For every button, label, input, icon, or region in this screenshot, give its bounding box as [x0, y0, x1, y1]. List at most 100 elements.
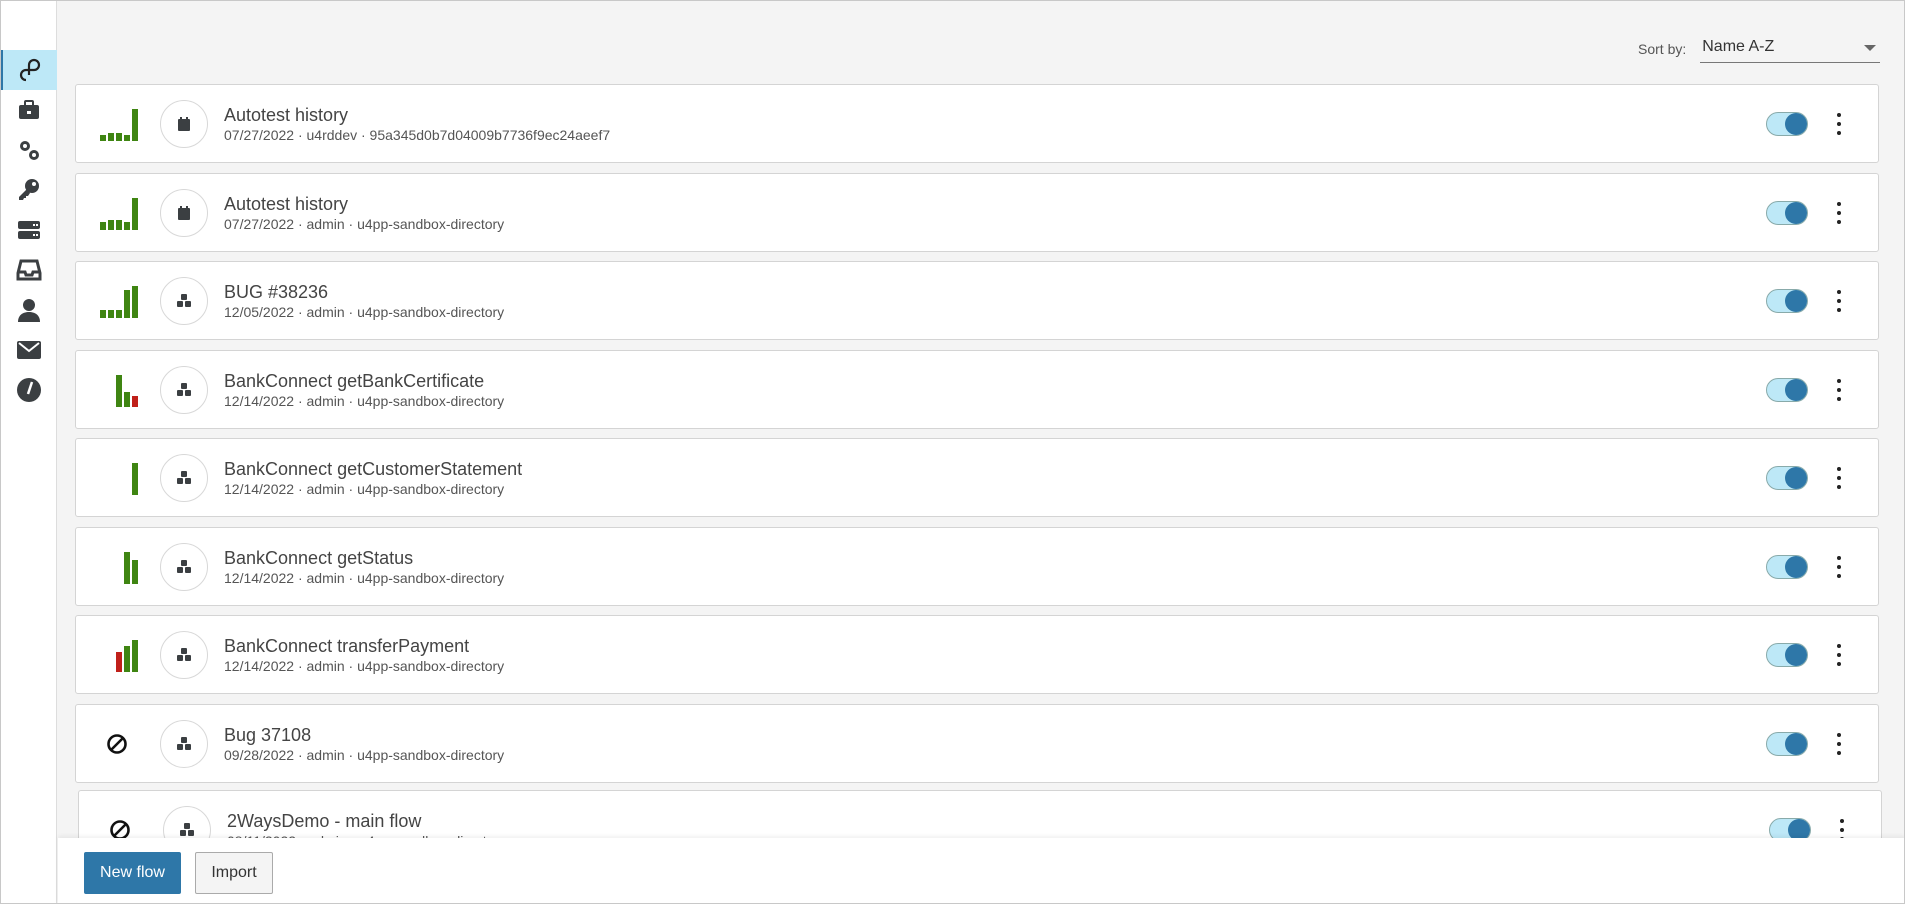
- flow-meta: 12/14/2022 · admin · u4pp-sandbox-direct…: [224, 569, 505, 586]
- sidebar-item-mail[interactable]: [0, 330, 57, 370]
- flow-enabled-toggle[interactable]: [1766, 643, 1808, 667]
- success-run-bar: [124, 290, 130, 318]
- cubes-icon: [175, 735, 193, 753]
- run-history-chart: [96, 550, 138, 584]
- cubes-icon: [175, 469, 193, 487]
- sort-select[interactable]: Name A-Z: [1700, 38, 1881, 63]
- success-run-bar: [116, 219, 122, 230]
- more-options-icon[interactable]: [1836, 201, 1842, 224]
- run-history-chart: [96, 196, 138, 230]
- import-button[interactable]: Import: [195, 852, 273, 894]
- success-run-bar: [132, 640, 138, 672]
- success-run-bar: [132, 463, 138, 495]
- sidebar: [0, 0, 57, 904]
- flow-card[interactable]: Autotest history 07/27/2022 · admin · u4p…: [75, 172, 1879, 252]
- flow-enabled-toggle[interactable]: [1766, 554, 1808, 579]
- flow-card[interactable]: BankConnect getCustomerStatement 12/14/20…: [75, 438, 1879, 517]
- flow-card[interactable]: Bug 37108 09/28/2022 · admin · u4pp-sandb…: [75, 703, 1879, 783]
- more-options-icon[interactable]: [1836, 732, 1842, 755]
- more-options-icon[interactable]: [1836, 290, 1842, 312]
- flow-title[interactable]: BankConnect transferPayment: [224, 636, 469, 657]
- flow-card[interactable]: BankConnect getBankCertificate 12/14/2022…: [75, 349, 1879, 429]
- success-run-bar: [124, 135, 130, 141]
- sidebar-item-users[interactable]: [0, 290, 57, 330]
- flow-type-badge: [160, 719, 208, 768]
- run-history-chart: [96, 638, 138, 672]
- sidebar-item-keys[interactable]: [0, 170, 57, 210]
- key-icon: [16, 177, 42, 203]
- run-history-chart: [96, 373, 138, 407]
- more-options-icon[interactable]: [1836, 644, 1842, 666]
- toggle-knob: [1785, 644, 1807, 666]
- flow-enabled-toggle[interactable]: [1766, 377, 1808, 402]
- flow-title[interactable]: Autotest history: [224, 105, 348, 126]
- caret-down-icon: [1864, 45, 1877, 51]
- flow-enabled-toggle[interactable]: [1766, 731, 1808, 756]
- sort-control: Sort by: Name A-Z: [1638, 38, 1881, 63]
- success-run-bar: [132, 559, 138, 584]
- success-run-bar: [108, 219, 114, 230]
- flow-type-badge: [160, 365, 208, 414]
- success-run-bar: [124, 391, 130, 407]
- flow-title[interactable]: BUG #38236: [224, 282, 328, 303]
- more-options-icon[interactable]: [1836, 113, 1842, 135]
- success-run-bar: [116, 133, 122, 141]
- run-history-chart: [96, 107, 138, 141]
- flow-title[interactable]: 2WaysDemo - main flow: [227, 811, 421, 832]
- more-options-icon[interactable]: [1836, 467, 1842, 489]
- flow-card[interactable]: BankConnect getStatus 12/14/2022 · admin …: [75, 526, 1879, 606]
- calendar-icon: [175, 115, 193, 133]
- flow-enabled-toggle[interactable]: [1766, 112, 1808, 136]
- sidebar-item-servers[interactable]: [0, 210, 57, 250]
- toggle-knob: [1785, 201, 1807, 224]
- flow-meta: 12/05/2022 · admin · u4pp-sandbox-direct…: [224, 304, 505, 320]
- sidebar-item-settings[interactable]: [0, 130, 57, 170]
- flow-card[interactable]: BUG #38236 12/05/2022 · admin · u4pp-sand…: [75, 261, 1879, 340]
- briefcase-icon: [16, 97, 42, 123]
- flow-title[interactable]: BankConnect getStatus: [224, 548, 413, 569]
- run-history-chart: [96, 284, 138, 318]
- toggle-knob: [1785, 467, 1807, 489]
- toggle-knob: [1785, 378, 1807, 401]
- flow-enabled-toggle[interactable]: [1766, 200, 1808, 225]
- success-run-bar: [124, 551, 130, 584]
- success-run-bar: [124, 221, 130, 230]
- sidebar-item-inbox[interactable]: [0, 250, 57, 290]
- flow-meta: 12/14/2022 · admin · u4pp-sandbox-direct…: [224, 392, 505, 409]
- flow-title[interactable]: BankConnect getCustomerStatement: [224, 459, 522, 480]
- toggle-knob: [1785, 555, 1807, 578]
- more-options-icon[interactable]: [1836, 378, 1842, 401]
- toggle-knob: [1785, 290, 1807, 312]
- success-run-bar: [124, 646, 130, 672]
- flow-meta: 07/27/2022 · admin · u4pp-sandbox-direct…: [224, 215, 505, 232]
- flow-type-badge: [160, 631, 208, 679]
- new-flow-button[interactable]: New flow: [84, 852, 181, 894]
- flow-meta: 07/27/2022 · u4rddev · 95a345d0b7d04009b…: [224, 127, 611, 143]
- infinity-flow-icon: [17, 57, 43, 83]
- sidebar-item-flows[interactable]: [0, 50, 57, 90]
- sort-label: Sort by:: [1638, 41, 1687, 57]
- toggle-knob: [1785, 732, 1807, 755]
- gears-icon: [16, 137, 42, 163]
- no-runs-icon: [107, 733, 127, 754]
- flow-card[interactable]: BankConnect transferPayment 12/14/2022 · …: [75, 615, 1879, 694]
- cubes-icon: [175, 292, 193, 310]
- more-options-icon[interactable]: [1836, 555, 1842, 578]
- cubes-icon: [178, 821, 196, 839]
- sidebar-item-jobs[interactable]: [0, 90, 57, 130]
- failure-run-bar: [116, 652, 122, 672]
- gauge-icon: [16, 377, 42, 403]
- flow-meta: 12/14/2022 · admin · u4pp-sandbox-direct…: [224, 481, 505, 497]
- inbox-icon: [16, 257, 42, 283]
- server-icon: [16, 217, 42, 243]
- sidebar-item-dashboard[interactable]: [0, 370, 57, 410]
- flow-type-badge: [160, 454, 208, 502]
- flow-enabled-toggle[interactable]: [1766, 289, 1808, 313]
- flow-title[interactable]: Bug 37108: [224, 725, 311, 746]
- flow-enabled-toggle[interactable]: [1766, 466, 1808, 490]
- flow-title[interactable]: BankConnect getBankCertificate: [224, 371, 484, 392]
- flow-card[interactable]: Autotest history 07/27/2022 · u4rddev · 9…: [75, 84, 1879, 163]
- success-run-bar: [100, 310, 106, 318]
- success-run-bar: [132, 109, 138, 141]
- flow-title[interactable]: Autotest history: [224, 194, 348, 215]
